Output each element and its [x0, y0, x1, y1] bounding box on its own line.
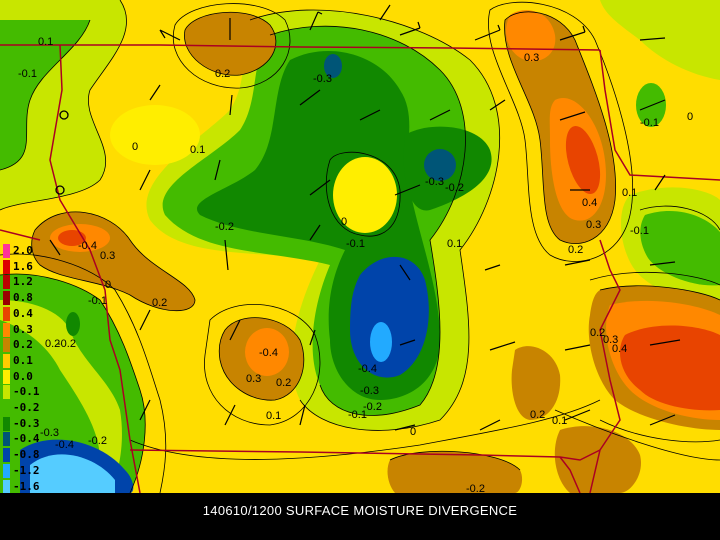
legend-swatch — [3, 259, 10, 274]
legend-entry: -1.6 — [3, 479, 43, 494]
legend-label: 0.0 — [13, 369, 33, 383]
contour-label: 0.1 — [38, 36, 53, 48]
contour-label: 0.3 — [524, 52, 539, 64]
contour-label: -0.2 — [88, 435, 107, 447]
legend-entry: 1.6 — [3, 259, 43, 274]
contour-label: -0.2 — [57, 338, 76, 350]
legend-entry: 0.8 — [3, 291, 43, 306]
contour-label: 0.4 — [582, 197, 597, 209]
map-title: 140610/1200 SURFACE MOISTURE DIVERGENCE — [202, 503, 518, 518]
contour-label: 0.2 — [568, 244, 583, 256]
contour-label: -0.2 — [466, 483, 485, 493]
contour-zone-central-lightblue — [370, 322, 392, 362]
contour-zone-north-lightspot — [110, 105, 200, 165]
legend-label: -0.8 — [13, 448, 40, 462]
legend-label: -0.3 — [13, 416, 40, 430]
legend-entry: -0.4 — [3, 432, 43, 447]
legend-swatch — [3, 322, 10, 337]
contour-label: 0.2 — [215, 68, 230, 80]
legend-swatch — [3, 244, 10, 258]
contour-label: -0.3 — [425, 176, 444, 188]
legend-label: -0.4 — [13, 432, 40, 446]
legend-label: 0.4 — [13, 306, 33, 320]
legend-swatch — [3, 338, 10, 353]
legend-entry: -0.3 — [3, 416, 43, 431]
title-bar: 140610/1200 SURFACE MOISTURE DIVERGENCE — [0, 493, 720, 540]
contour-label: 0.3 — [100, 250, 115, 262]
contour-label: -0.4 — [259, 347, 278, 359]
legend-entry: -0.8 — [3, 448, 43, 463]
legend-swatch — [3, 275, 10, 290]
legend-swatch — [3, 291, 10, 306]
contour-label: 0.1 — [552, 415, 567, 427]
contour-label: -0.4 — [78, 240, 97, 252]
contour-label: 0 — [410, 426, 416, 438]
contour-label: -0.1 — [346, 238, 365, 250]
contour-label: -0.1 — [630, 225, 649, 237]
legend-label: 1.2 — [13, 275, 33, 289]
contour-label: -0.4 — [55, 439, 74, 451]
legend-entry: 0.0 — [3, 369, 43, 384]
legend-entry: 0.4 — [3, 306, 43, 321]
contour-label: 0 — [687, 111, 693, 123]
legend-label: 1.6 — [13, 259, 33, 273]
contour-label: -0.2 — [215, 221, 234, 233]
legend-label: 0.1 — [13, 353, 33, 367]
moisture-divergence-map[interactable]: 0.1 -0.1 0.2 -0.3 0.3 0.1 0 -0.1 0 -0.3 … — [0, 0, 720, 493]
legend-label: -0.2 — [13, 401, 40, 414]
contour-label: -0.1 — [18, 68, 37, 80]
legend-label: -1.6 — [13, 479, 40, 493]
legend-swatch — [3, 463, 10, 478]
contour-label: 0 — [341, 216, 347, 228]
legend-entry: 0.2 — [3, 338, 43, 353]
contour-label: 0.2 — [152, 297, 167, 309]
legend-label: 0.8 — [13, 291, 33, 305]
legend-entry: -1.2 — [3, 463, 43, 478]
contour-label: -0.1 — [640, 117, 659, 129]
legend-label: -0.1 — [13, 385, 40, 399]
contour-label: 0.2 — [276, 377, 291, 389]
contour-label: 0.3 — [246, 373, 261, 385]
contour-label: -0.3 — [313, 73, 332, 85]
legend-swatch — [3, 401, 10, 415]
legend-entry: -0.1 — [3, 385, 43, 400]
legend-entry: 0.1 — [3, 353, 43, 368]
color-legend: 2.0 1.6 1.2 0.8 0.4 0.3 0.2 0.1 0.0 -0.1 -0.2 -0.3 -… — [3, 244, 41, 512]
contour-label: 0.4 — [612, 343, 627, 355]
contour-label: -0.4 — [358, 363, 377, 375]
legend-swatch — [3, 306, 10, 321]
legend-swatch — [3, 353, 10, 368]
contour-label: 0.1 — [622, 187, 637, 199]
map-frame: 0.1 -0.1 0.2 -0.3 0.3 0.1 0 -0.1 0 -0.3 … — [0, 0, 720, 540]
contour-label: 0 — [132, 141, 138, 153]
contour-label: 0.2 — [530, 409, 545, 421]
legend-entry: 1.2 — [3, 275, 43, 290]
contour-label: -0.2 — [445, 182, 464, 194]
legend-entry: 0.3 — [3, 322, 43, 337]
legend-label: 0.3 — [13, 322, 33, 336]
legend-entry: 2.0 — [3, 244, 43, 258]
contour-label: 0.3 — [586, 219, 601, 231]
legend-label: 0.2 — [13, 338, 33, 352]
contour-label: 0.1 — [190, 144, 205, 156]
legend-swatch — [3, 479, 10, 494]
contour-label: -0.1 — [348, 409, 367, 421]
legend-swatch — [3, 432, 10, 447]
contour-label: 0.1 — [447, 238, 462, 250]
contour-label: 0 — [105, 279, 111, 291]
legend-label: -1.2 — [13, 463, 40, 477]
contour-label: -0.1 — [88, 295, 107, 307]
contour-zone-sw-darkgreen-spot — [66, 312, 80, 336]
legend-swatch — [3, 416, 10, 431]
legend-swatch — [3, 385, 10, 400]
legend-entry: -0.2 — [3, 401, 43, 415]
contour-label: -0.3 — [360, 385, 379, 397]
legend-swatch — [3, 448, 10, 463]
legend-label: 2.0 — [13, 244, 33, 257]
contour-label: 0.1 — [266, 410, 281, 422]
legend-swatch — [3, 369, 10, 384]
